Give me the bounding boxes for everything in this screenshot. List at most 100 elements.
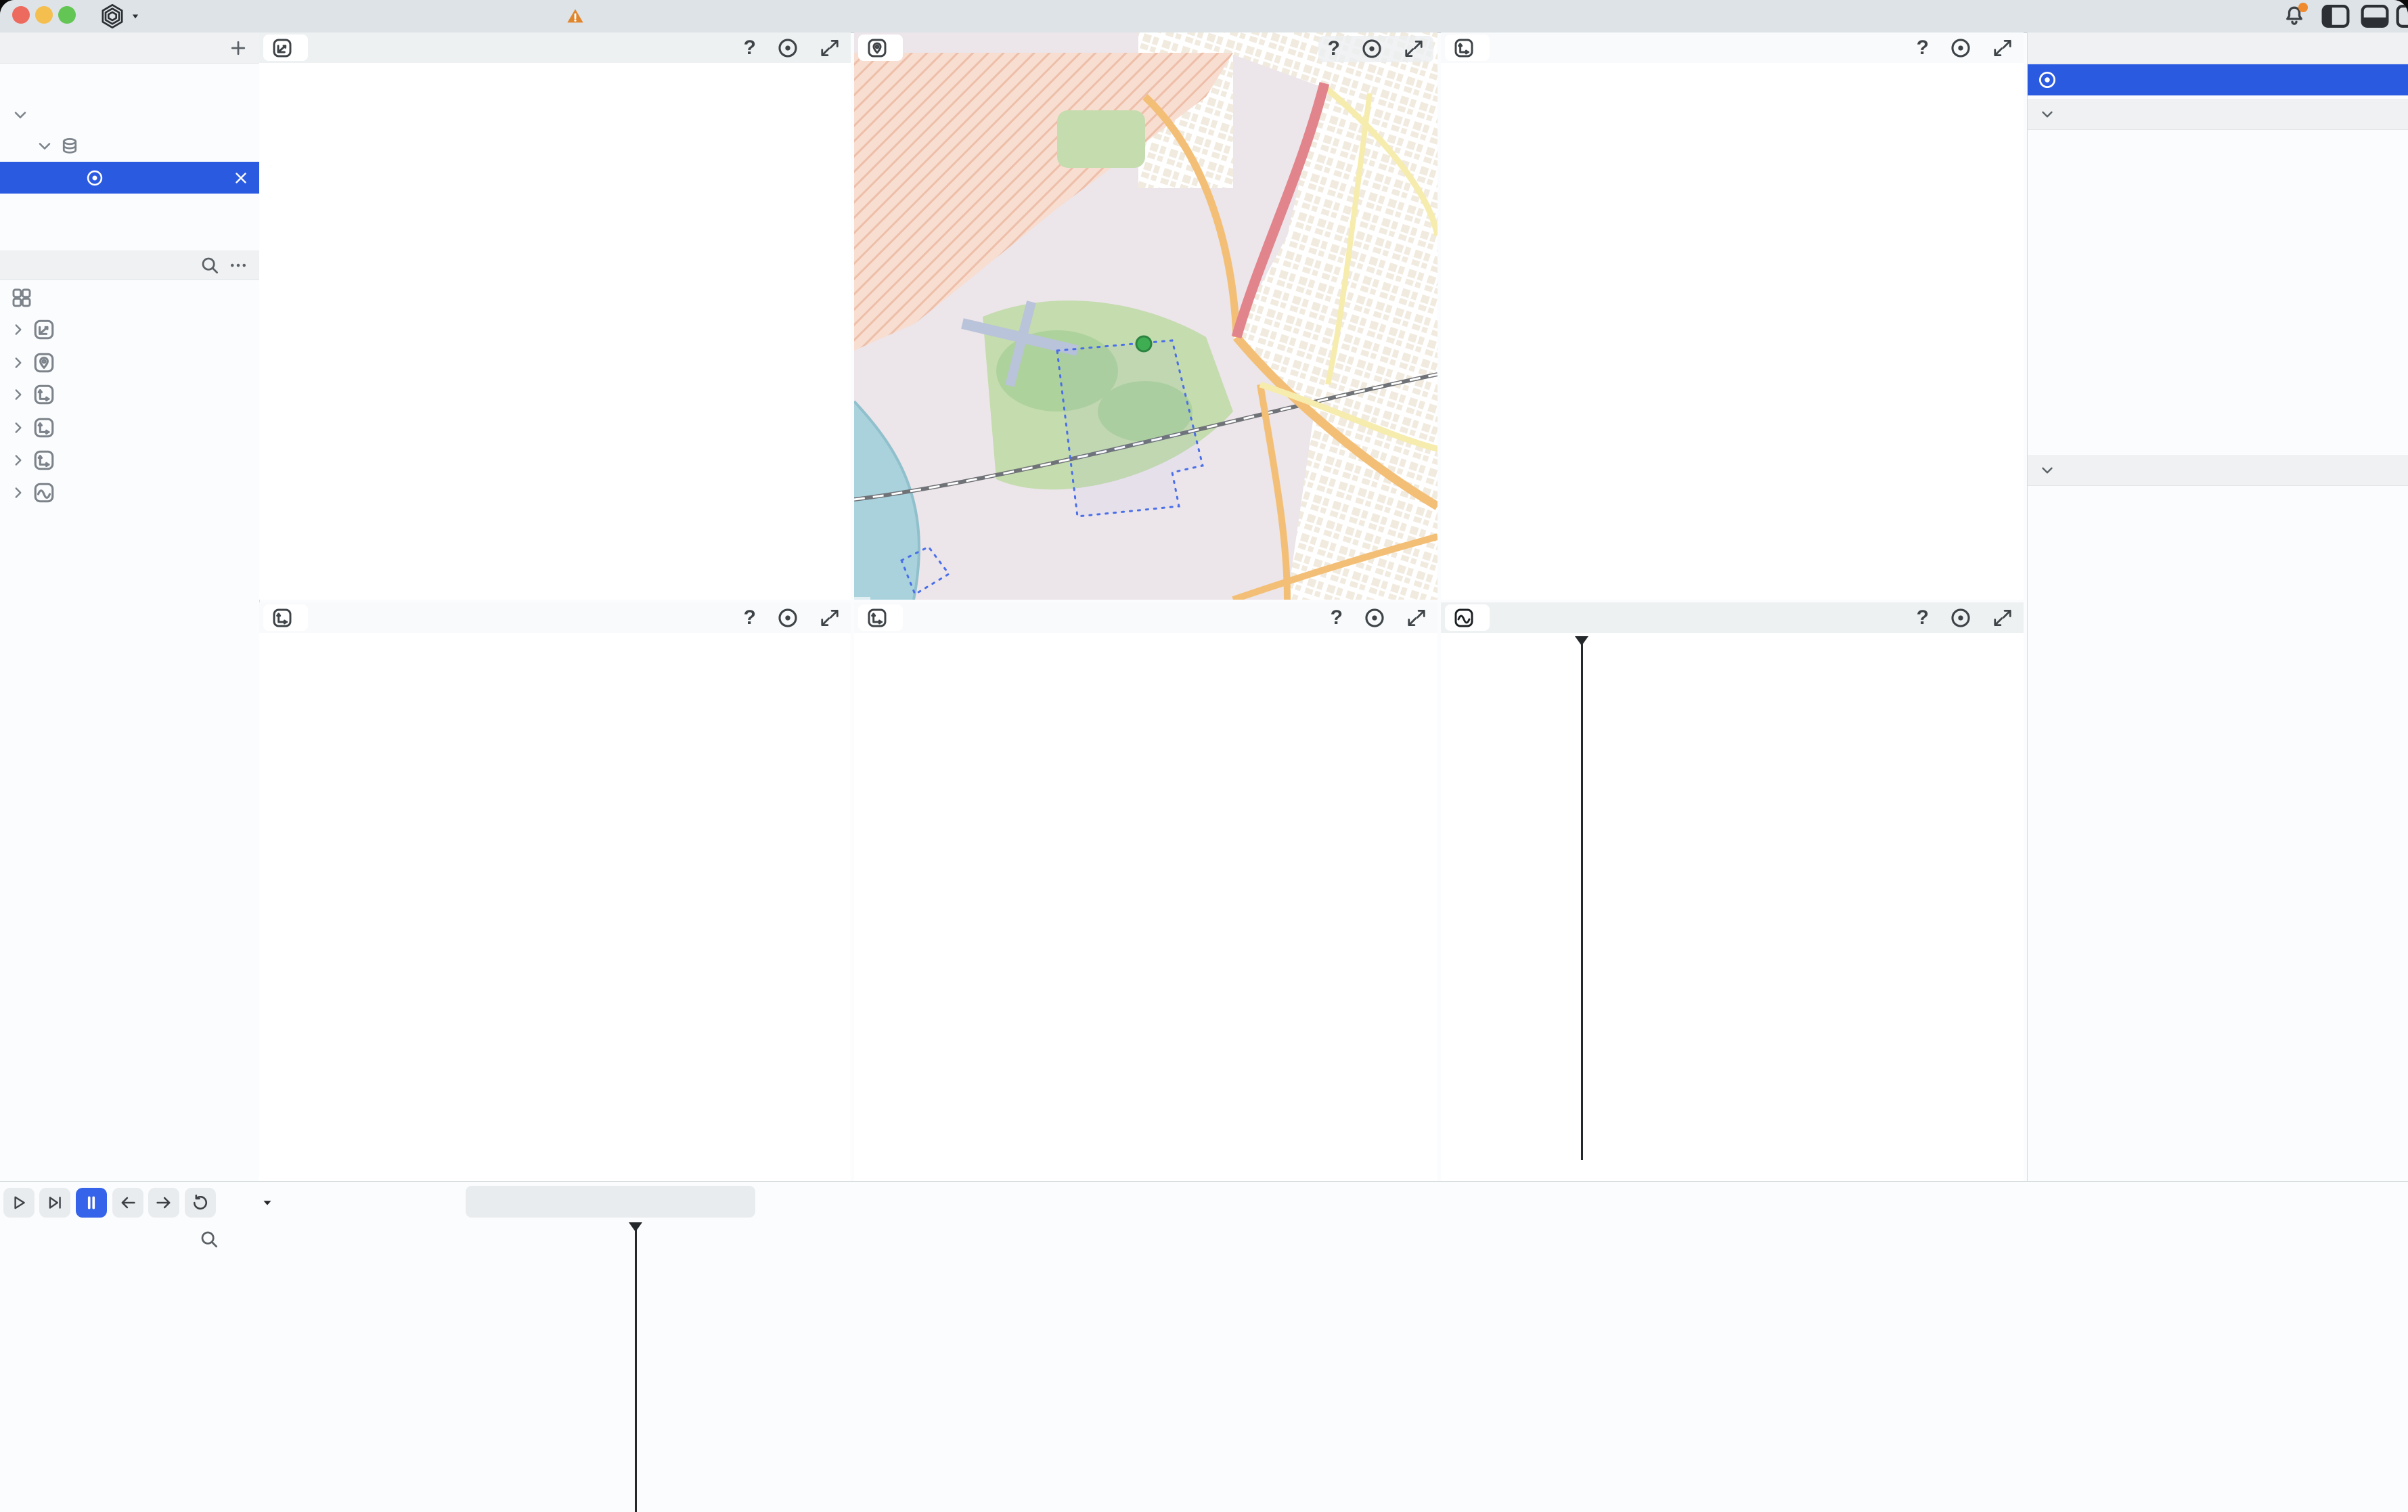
- maximize-view-icon[interactable]: [820, 38, 840, 58]
- view-camera2[interactable]: ?: [854, 602, 1437, 1181]
- left-panel: [0, 32, 260, 1181]
- more-options-icon[interactable]: [228, 255, 248, 275]
- tree-item-recording-selected[interactable]: [0, 162, 259, 194]
- spatial2d-view-icon: [1453, 37, 1475, 59]
- blueprint-item-map[interactable]: [0, 347, 259, 378]
- help-icon[interactable]: ?: [744, 606, 756, 629]
- map-view-icon: [866, 37, 888, 59]
- help-icon[interactable]: ?: [744, 37, 756, 60]
- visibility-eye-icon[interactable]: [1949, 37, 1972, 60]
- notifications-bell-icon[interactable]: [2282, 0, 2306, 32]
- help-icon[interactable]: ?: [1917, 606, 1929, 629]
- spatial2d-view-icon: [32, 416, 55, 439]
- help-icon[interactable]: ?: [1331, 606, 1343, 629]
- visibility-eye-icon[interactable]: [776, 606, 799, 629]
- camera1-image[interactable]: [259, 602, 851, 1181]
- search-icon[interactable]: [199, 1229, 219, 1249]
- visibility-eye-icon[interactable]: [1363, 606, 1386, 629]
- blueprint-item-camera1[interactable]: [0, 412, 259, 443]
- properties-section-header[interactable]: [2028, 455, 2408, 486]
- camera0-image[interactable]: [1441, 32, 2024, 600]
- rerun-examples-section[interactable]: [0, 197, 259, 228]
- rerun-viewer-window: ?: [0, 0, 2408, 1512]
- timeseries-canvas[interactable]: [1441, 602, 2024, 1181]
- blueprint-item-3d[interactable]: [0, 314, 259, 345]
- blueprint-item-sensing[interactable]: [0, 477, 259, 508]
- maximize-view-icon[interactable]: [1992, 608, 2013, 628]
- step-next-button[interactable]: [148, 1188, 179, 1218]
- plot-time-cursor-handle[interactable]: [1575, 636, 1588, 646]
- map-view-icon: [32, 351, 55, 374]
- maximize-view-icon[interactable]: [1404, 39, 1424, 59]
- gnss-position-marker[interactable]: [1136, 336, 1151, 351]
- view-camera2-title-chip[interactable]: [858, 604, 903, 631]
- blueprint-item-camera0[interactable]: [0, 379, 259, 410]
- chevron-down-icon[interactable]: [11, 106, 30, 125]
- pause-button[interactable]: [76, 1188, 107, 1218]
- selected-recording-row[interactable]: [2028, 64, 2408, 95]
- view-sensing-plot[interactable]: ?: [1441, 602, 2024, 1181]
- camera2-image[interactable]: [854, 602, 1437, 1181]
- search-icon[interactable]: [200, 255, 220, 275]
- recordings-header: [0, 32, 259, 64]
- chevron-right-icon[interactable]: [9, 451, 27, 469]
- view-camera1[interactable]: ?: [259, 602, 851, 1181]
- rerun-logo-icon[interactable]: [99, 0, 142, 32]
- timeline-cursor-handle[interactable]: [629, 1222, 642, 1232]
- view-3d[interactable]: ?: [259, 32, 851, 600]
- minimize-window-button[interactable]: [35, 6, 53, 24]
- step-forward-button[interactable]: [39, 1188, 70, 1218]
- plot-time-cursor[interactable]: [1581, 638, 1583, 1160]
- play-button[interactable]: [3, 1188, 35, 1218]
- blueprint-viewport-row[interactable]: [0, 282, 259, 313]
- maximize-window-button[interactable]: [58, 6, 76, 24]
- view-sensing-title-chip[interactable]: [1445, 604, 1490, 631]
- tree-item-local[interactable]: [0, 99, 259, 131]
- debug-build-badge: [566, 0, 592, 32]
- visibility-eye-icon[interactable]: [776, 37, 799, 60]
- toggle-left-panel-icon[interactable]: [2321, 0, 2350, 32]
- blueprint-item-camera2[interactable]: [0, 445, 259, 476]
- view-camera1-title-chip[interactable]: [263, 604, 308, 631]
- help-icon[interactable]: ?: [1328, 37, 1340, 60]
- loop-button[interactable]: [185, 1188, 216, 1218]
- maximize-view-icon[interactable]: [1992, 38, 2013, 58]
- chevron-down-icon[interactable]: [35, 137, 54, 156]
- view-camera0[interactable]: ?: [1441, 32, 2024, 600]
- chevron-right-icon[interactable]: [9, 386, 27, 403]
- chevron-down-icon[interactable]: [2038, 106, 2056, 123]
- visibility-eye-icon[interactable]: [1949, 606, 1972, 629]
- view-camera0-title-chip[interactable]: [1445, 35, 1490, 61]
- chevron-right-icon[interactable]: [9, 321, 27, 338]
- timeline-data-density[interactable]: [259, 1261, 2408, 1512]
- visibility-eye-icon[interactable]: [1360, 37, 1383, 60]
- maximize-view-icon[interactable]: [1406, 608, 1427, 628]
- view-map-title-chip[interactable]: [858, 35, 903, 61]
- notification-dot: [2298, 3, 2308, 12]
- time-panel: [0, 1181, 2408, 1512]
- chevron-right-icon[interactable]: [9, 419, 27, 437]
- toggle-right-panel-icon[interactable]: [2396, 0, 2408, 32]
- chevron-right-icon[interactable]: [9, 354, 27, 372]
- help-icon[interactable]: ?: [1917, 37, 1929, 60]
- view-3d-title-chip[interactable]: [263, 35, 308, 61]
- step-back-button[interactable]: [112, 1188, 143, 1218]
- chevron-down-icon[interactable]: [2038, 462, 2056, 479]
- view-map[interactable]: ?: [854, 32, 1437, 600]
- maximize-view-icon[interactable]: [820, 608, 840, 628]
- timeline-cursor[interactable]: [635, 1224, 637, 1512]
- close-icon[interactable]: [232, 169, 250, 187]
- map-canvas[interactable]: [854, 32, 1437, 600]
- chevron-right-icon[interactable]: [9, 484, 27, 502]
- recording-icon: [85, 169, 104, 187]
- close-window-button[interactable]: [12, 6, 30, 24]
- timeline-selector-dropdown[interactable]: [252, 1188, 275, 1218]
- add-recording-icon[interactable]: [228, 38, 248, 58]
- toggle-bottom-panel-icon[interactable]: [2361, 0, 2389, 32]
- map-attribution[interactable]: [854, 597, 870, 600]
- pointcloud-canvas[interactable]: [259, 32, 851, 600]
- timeseries-view-icon: [1453, 607, 1475, 629]
- current-timestamp-chip[interactable]: [466, 1186, 755, 1218]
- data-section-header[interactable]: [2028, 99, 2408, 130]
- tree-item-dataset[interactable]: [0, 131, 259, 162]
